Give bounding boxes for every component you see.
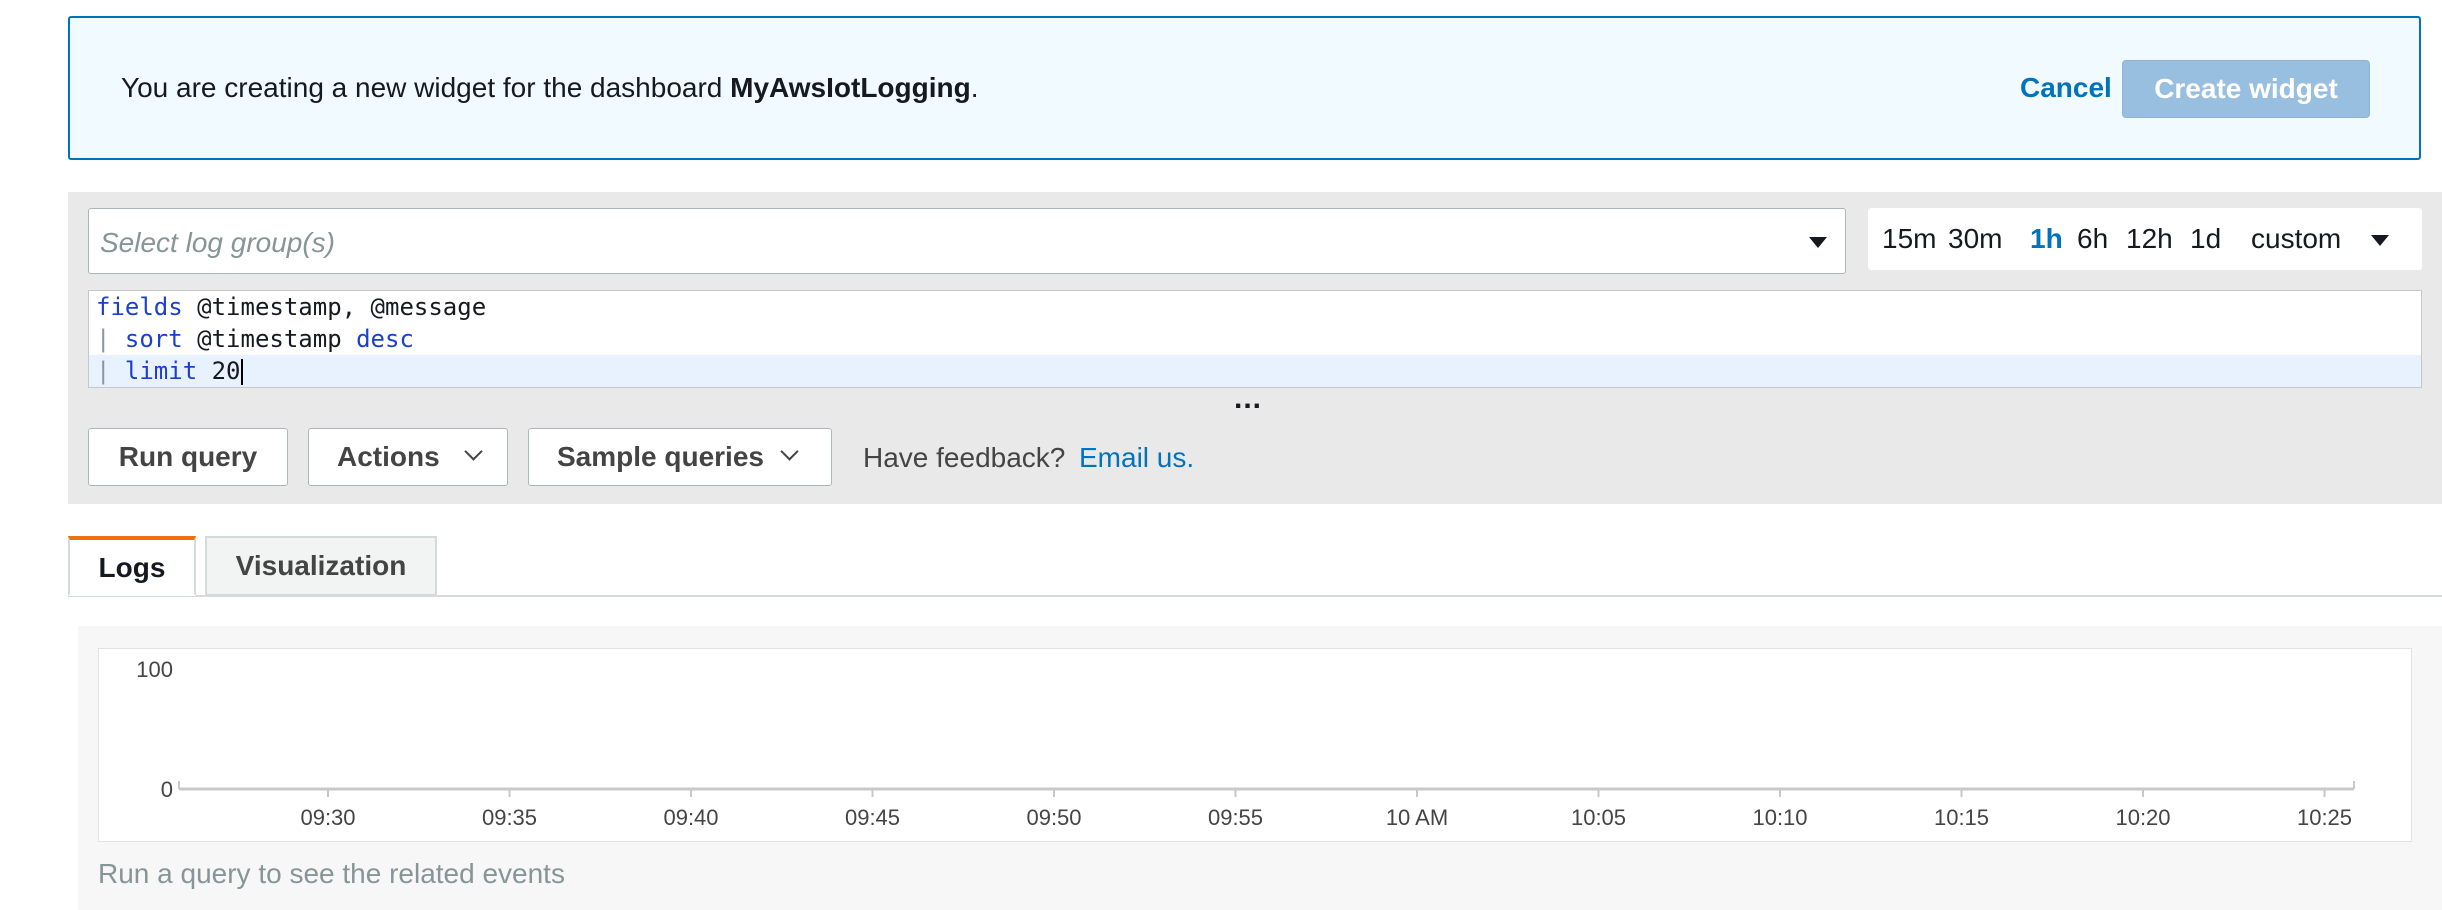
time-range-1d[interactable]: 1d <box>2190 223 2221 255</box>
y-tick-label: 0 <box>161 777 173 802</box>
query-token <box>110 357 124 385</box>
query-editor[interactable]: fields @timestamp, @message | sort @times… <box>88 290 2422 388</box>
x-tick-label: 09:45 <box>845 805 900 830</box>
banner-message-text: You are creating a new widget for the da… <box>121 72 723 103</box>
editor-resize-handle[interactable]: ... <box>1234 382 1262 416</box>
x-tick-label: 09:50 <box>1026 805 1081 830</box>
x-tick-label: 09:35 <box>482 805 537 830</box>
query-keyword: limit <box>124 357 198 385</box>
time-range-6h[interactable]: 6h <box>2077 223 2108 255</box>
dashboard-name: MyAwsIotLogging <box>730 72 971 103</box>
time-range-selector: 15m 30m 1h 6h 12h 1d custom <box>1868 208 2422 270</box>
x-tick-label: 10:10 <box>1752 805 1807 830</box>
tab-visualization[interactable]: Visualization <box>205 536 437 596</box>
feedback-text: Have feedback? <box>863 442 1066 473</box>
chevron-down-icon <box>464 442 483 461</box>
query-token: @timestamp, @message <box>182 293 487 321</box>
time-range-30m[interactable]: 30m <box>1948 223 2002 255</box>
x-tick-label: 10:25 <box>2297 805 2352 830</box>
sample-queries-label: Sample queries <box>557 441 764 472</box>
sample-queries-button[interactable]: Sample queries <box>528 428 832 486</box>
x-tick-label: 09:55 <box>1208 805 1263 830</box>
chevron-down-icon <box>780 442 799 461</box>
query-token: | <box>96 357 111 385</box>
query-keyword: desc <box>356 325 414 353</box>
time-range-12h[interactable]: 12h <box>2126 223 2173 255</box>
histogram-chart: 100 0 09:30 09:35 09:40 09:45 09:50 09:55 10 AM 1… <box>98 648 2412 842</box>
query-token: 20 <box>197 357 241 385</box>
text-cursor <box>240 359 243 385</box>
time-range-custom[interactable]: custom <box>2251 223 2341 255</box>
x-tick-label: 10:20 <box>2115 805 2170 830</box>
query-token: @timestamp <box>182 325 357 353</box>
time-range-15m[interactable]: 15m <box>1882 223 1936 255</box>
caret-down-icon <box>1809 237 1827 248</box>
histogram-svg: 100 0 09:30 09:35 09:40 09:45 09:50 09:55 10 AM 1… <box>136 657 2355 830</box>
tabs-divider <box>68 595 2442 597</box>
query-line[interactable]: | sort @timestamp desc <box>89 323 2421 355</box>
empty-results-message: Run a query to see the related events <box>98 858 565 889</box>
tab-logs[interactable]: Logs <box>68 536 196 596</box>
widget-info-banner: You are creating a new widget for the da… <box>68 16 2421 160</box>
x-tick-label: 10:15 <box>1934 805 1989 830</box>
time-range-1h[interactable]: 1h <box>2030 223 2063 255</box>
email-us-link[interactable]: Email us. <box>1079 442 1194 474</box>
x-tick-label: 10:05 <box>1571 805 1626 830</box>
run-query-button[interactable]: Run query <box>88 428 288 486</box>
query-token <box>110 325 124 353</box>
cancel-button[interactable]: Cancel <box>2020 58 2112 118</box>
x-tick-label: 10 AM <box>1386 805 1448 830</box>
x-tick-label: 09:30 <box>300 805 355 830</box>
query-panel: Select log group(s) 15m 30m 1h 6h 12h 1d… <box>68 192 2442 504</box>
actions-label: Actions <box>337 441 440 472</box>
banner-message: You are creating a new widget for the da… <box>121 72 979 104</box>
query-keyword: sort <box>124 325 183 353</box>
query-line[interactable]: fields @timestamp, @message <box>89 291 2421 323</box>
query-keyword: fields <box>96 293 183 321</box>
log-group-placeholder: Select log group(s) <box>100 227 336 258</box>
custom-dropdown-icon[interactable] <box>2371 235 2389 246</box>
query-token: | <box>96 325 111 353</box>
create-widget-button[interactable]: Create widget <box>2122 60 2370 118</box>
actions-button[interactable]: Actions <box>308 428 508 486</box>
log-group-select[interactable]: Select log group(s) <box>88 208 1846 274</box>
x-tick-label: 09:40 <box>663 805 718 830</box>
y-tick-label: 100 <box>136 657 173 682</box>
logs-panel: 100 0 09:30 09:35 09:40 09:45 09:50 09:55 10 AM 1… <box>78 626 2442 910</box>
banner-message-suffix: . <box>970 72 979 103</box>
